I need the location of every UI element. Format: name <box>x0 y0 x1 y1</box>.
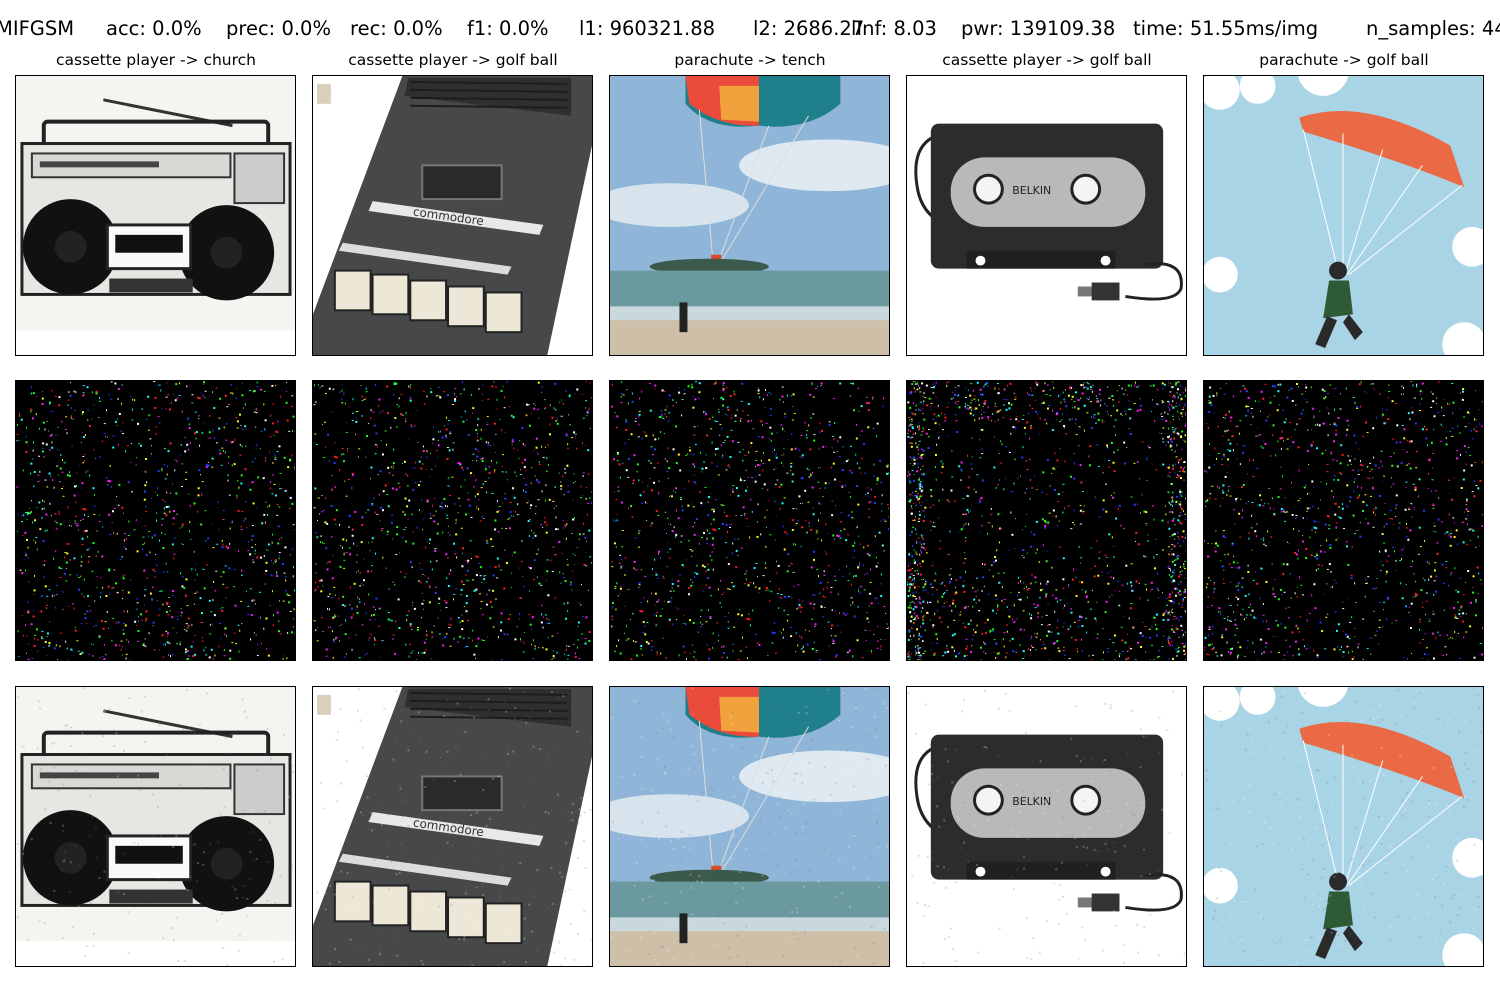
perturbation-map-parachute <box>1203 380 1484 661</box>
perturbation-map-parasail <box>609 380 890 661</box>
precision-metric: prec: 0.0% <box>226 17 331 40</box>
sample-count: n_samples: 44 <box>1366 17 1500 40</box>
column-title-2: cassette player -> golf ball <box>348 51 558 69</box>
adversarial-image-parachute <box>1203 686 1484 967</box>
adversarial-image-parasail <box>609 686 890 967</box>
column-title-4: cassette player -> golf ball <box>942 51 1152 69</box>
svg-text:BELKIN: BELKIN <box>1012 184 1051 197</box>
adversarial-image-cassette-player: commodore <box>312 686 593 967</box>
time-metric: time: 51.55ms/img <box>1133 17 1319 40</box>
f1-metric: f1: 0.0% <box>467 17 549 40</box>
perturbation-map-boombox <box>15 380 296 661</box>
adversarial-image-cassette-adapter: BELKIN <box>906 686 1187 967</box>
column-title-3: parachute -> tench <box>674 51 826 69</box>
column-title-5: parachute -> golf ball <box>1259 51 1429 69</box>
original-image-boombox <box>15 75 296 356</box>
power-metric: pwr: 139109.38 <box>961 17 1116 40</box>
recall-metric: rec: 0.0% <box>350 17 443 40</box>
metrics-header: MIFGSM acc: 0.0% prec: 0.0% rec: 0.0% f1… <box>0 14 1500 44</box>
adversarial-image-boombox <box>15 686 296 967</box>
linf-metric: lInf: 8.03 <box>851 17 937 40</box>
original-image-cassette-adapter: BELKIN <box>906 75 1187 356</box>
l1-metric: l1: 960321.88 <box>579 17 716 40</box>
accuracy-metric: acc: 0.0% <box>106 17 202 40</box>
original-image-parachute <box>1203 75 1484 356</box>
original-image-parasail <box>609 75 890 356</box>
column-title-1: cassette player -> church <box>55 51 257 69</box>
original-image-cassette-player: commodore <box>312 75 593 356</box>
attack-name: MIFGSM <box>0 17 75 40</box>
l2-metric: l2: 2686.27 <box>753 17 865 40</box>
perturbation-map-cassette-adapter <box>906 380 1187 661</box>
perturbation-map-cassette-player <box>312 380 593 661</box>
